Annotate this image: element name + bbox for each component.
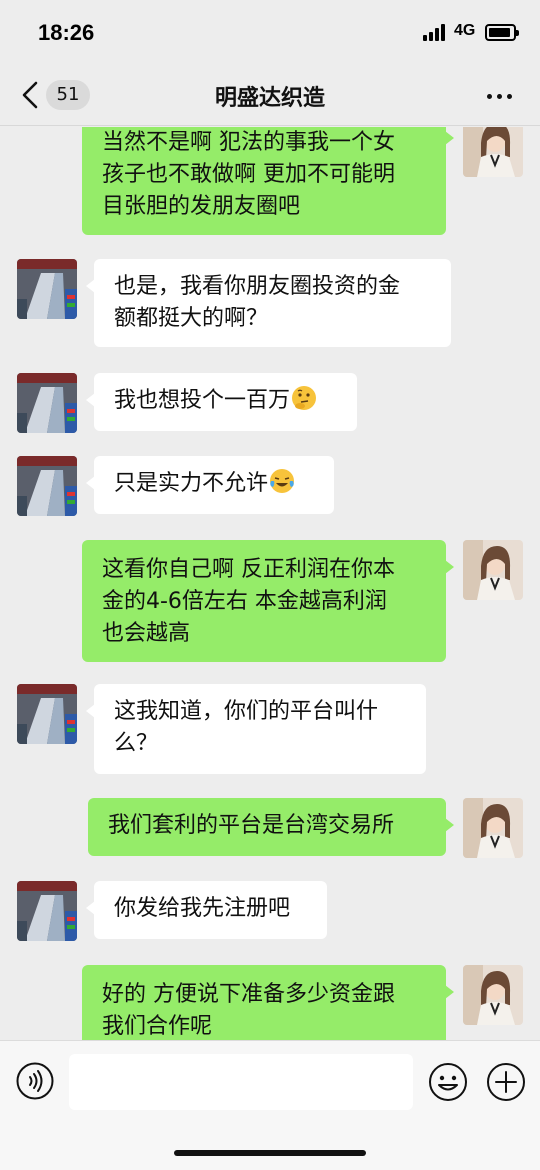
message-text: 这看你自己啊 反正利润在你本 xyxy=(102,557,395,582)
unread-count-badge[interactable]: 51 xyxy=(46,80,90,110)
message-text: 你发给我先注册吧 xyxy=(114,896,291,921)
message-bubble[interactable]: 你发给我先注册吧 xyxy=(86,881,327,939)
message-bubble[interactable]: 这看你自己啊 反正利润在你本 金的4-6倍左右 本金越高利润 也会越高 xyxy=(82,540,454,662)
back-button[interactable] xyxy=(18,78,46,112)
home-indicator[interactable] xyxy=(174,1150,366,1156)
battery-icon xyxy=(485,24,519,41)
self-avatar[interactable] xyxy=(463,965,523,1025)
message-text: 我们合作呢 xyxy=(102,1014,213,1039)
chat-area[interactable]: 当然不是啊 犯法的事我一个女 孩子也不敢做啊 更加不可能明 目张胆的发朋友圈吧 … xyxy=(0,127,540,1040)
emoji-button[interactable] xyxy=(428,1062,468,1102)
chevron-left-icon xyxy=(22,81,38,109)
message-text: 当然不是啊 犯法的事我一个女 xyxy=(102,130,395,155)
voice-icon xyxy=(16,1062,54,1100)
message-text: 我也想投个一百万 xyxy=(114,388,291,413)
message-bubble[interactable]: 这我知道，你们的平台叫什 么？ xyxy=(86,684,426,774)
message-bubble[interactable]: 当然不是啊 犯法的事我一个女 孩子也不敢做啊 更加不可能明 目张胆的发朋友圈吧 xyxy=(82,127,454,235)
contact-avatar[interactable] xyxy=(17,684,77,744)
contact-avatar[interactable] xyxy=(17,259,77,319)
self-avatar[interactable] xyxy=(463,127,523,177)
message-text: 也会越高 xyxy=(102,621,191,646)
message-text: 也是，我看你朋友圈投资的金 xyxy=(114,274,401,299)
message-input[interactable] xyxy=(69,1054,413,1110)
nav-bar: 51 明盛达织造 xyxy=(0,64,540,126)
message-bubble[interactable]: 我也想投个一百万 xyxy=(86,373,357,431)
more-dots-icon xyxy=(487,94,492,99)
message-bubble[interactable]: 好的 方便说下准备多少资金跟 我们合作呢 xyxy=(82,965,454,1040)
contact-avatar[interactable] xyxy=(17,373,77,433)
network-label: 4G xyxy=(454,22,476,39)
message-text: 么？ xyxy=(114,731,159,756)
message-text: 目张胆的发朋友圈吧 xyxy=(102,194,301,219)
message-bubble[interactable]: 也是，我看你朋友圈投资的金 额都挺大的啊？ xyxy=(86,259,451,347)
laughing-tears-face-icon xyxy=(270,469,295,493)
message-text: 我们套利的平台是台湾交易所 xyxy=(108,813,395,838)
message-text: 好的 方便说下准备多少资金跟 xyxy=(102,982,395,1007)
message-text: 这我知道，你们的平台叫什 xyxy=(114,699,379,724)
message-text: 孩子也不敢做啊 更加不可能明 xyxy=(102,162,395,187)
signal-icon xyxy=(423,24,447,41)
plus-button[interactable] xyxy=(486,1062,526,1102)
message-text: 额都挺大的啊？ xyxy=(114,306,269,331)
status-bar: 18:26 4G xyxy=(0,0,540,64)
voice-button[interactable] xyxy=(16,1062,54,1100)
thinking-face-icon xyxy=(292,386,317,410)
status-time: 18:26 xyxy=(38,20,95,45)
contact-avatar[interactable] xyxy=(17,456,77,516)
self-avatar[interactable] xyxy=(463,540,523,600)
message-text: 只是实力不允许 xyxy=(114,471,269,496)
chat-title: 明盛达织造 xyxy=(214,86,325,111)
plus-icon xyxy=(487,1063,525,1101)
self-avatar[interactable] xyxy=(463,798,523,858)
emoji-icon xyxy=(429,1063,467,1101)
message-bubble[interactable]: 我们套利的平台是台湾交易所 xyxy=(88,798,454,856)
message-text: 金的4-6倍左右 本金越高利润 xyxy=(102,589,387,614)
contact-avatar[interactable] xyxy=(17,881,77,941)
message-bubble[interactable]: 只是实力不允许 xyxy=(86,456,334,514)
more-button[interactable] xyxy=(480,86,520,106)
